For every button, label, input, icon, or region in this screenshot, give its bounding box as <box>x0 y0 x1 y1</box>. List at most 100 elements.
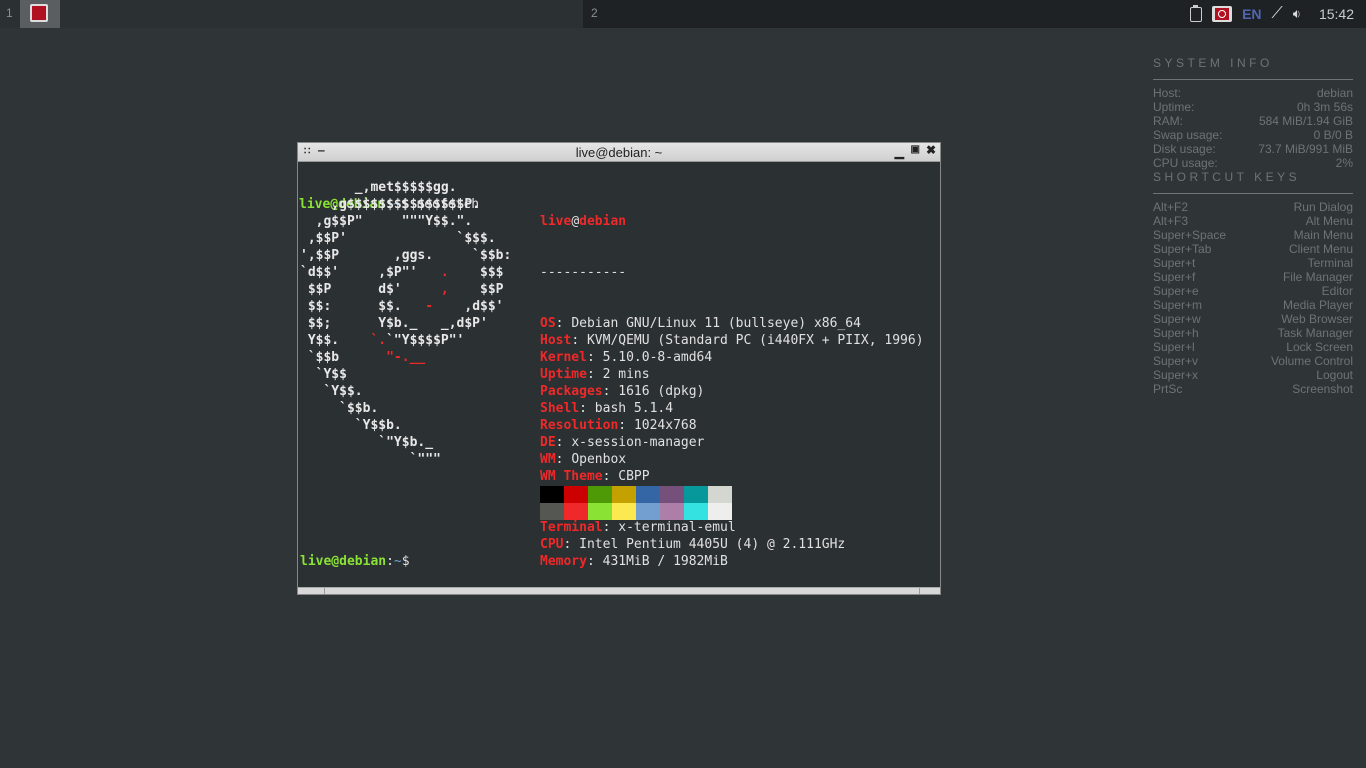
info-line: OS: Debian GNU/Linux 11 (bullseye) x86_6… <box>540 316 861 331</box>
logo-line: $$; Y$b._ _,d$P' <box>300 316 488 331</box>
info-label: CPU usage: <box>1153 156 1218 170</box>
info-line: Packages: 1616 (dpkg) <box>540 384 705 399</box>
palette-swatch <box>540 503 564 520</box>
shortcut-row: Super+h Task Manager <box>1153 326 1353 340</box>
info-key: CPU <box>540 537 564 552</box>
shortcut-key: Super+h <box>1153 326 1199 340</box>
shortcut-action: Editor <box>1321 284 1353 298</box>
shortcut-action: Web Browser <box>1281 312 1353 326</box>
shortcut-key: Alt+F3 <box>1153 214 1189 228</box>
palette-swatch <box>660 503 684 520</box>
info-value: debian <box>1316 86 1353 100</box>
info-label: Uptime: <box>1153 100 1195 114</box>
horizontal-scrollbar[interactable] <box>298 587 940 594</box>
info-key: OS <box>540 316 556 331</box>
palette-swatch <box>636 503 660 520</box>
shortcut-key: Super+t <box>1153 256 1196 270</box>
clipboard-icon <box>1190 4 1203 22</box>
info-value: 431MiB / 1982MiB <box>602 554 728 569</box>
neofetch-info: live@debian ----------- OS: Debian GNU/L… <box>540 214 924 569</box>
title-bar[interactable]: ∷ ‒ live@debian: ~ ▁ ▣ ✖ <box>298 143 940 162</box>
system-info-row: Swap usage: 0 B/0 B <box>1153 128 1353 142</box>
clock[interactable]: 15:42 <box>1319 6 1354 22</box>
maximize-button[interactable]: ▣ <box>911 144 920 155</box>
shortcut-action: File Manager <box>1282 270 1353 284</box>
shortcut-row: Alt+F2 Run Dialog <box>1153 200 1353 214</box>
info-key: Resolution <box>540 418 619 433</box>
info-value: 73.7 MiB/991 MiB <box>1258 142 1353 156</box>
taskbar-terminal-button[interactable] <box>20 0 60 28</box>
window-title: live@debian: ~ <box>575 145 663 160</box>
workspace-1-label[interactable]: 1 <box>6 6 13 20</box>
system-info-row: RAM: 584 MiB/1.94 GiB <box>1153 114 1353 128</box>
volume-button[interactable]: 🔉︎ <box>1293 6 1301 22</box>
minimize-button[interactable]: ▁ <box>895 145 904 159</box>
shortcut-key: Super+w <box>1153 312 1201 326</box>
palette-swatch <box>612 503 636 520</box>
clipboard-button[interactable] <box>1190 4 1203 22</box>
info-key: Host <box>540 333 572 348</box>
info-key: DE <box>540 435 556 450</box>
top-panel: 1 2 EN ⟋ 🔉︎ 15:42 <box>0 0 1366 28</box>
info-value: bash 5.1.4 <box>594 401 674 416</box>
shortcut-key: Super+f <box>1153 270 1196 284</box>
palette-swatch <box>660 486 684 503</box>
logo-line: ,g$$P" """Y$$.". <box>300 214 473 229</box>
info-value: CBPP <box>618 469 650 484</box>
shortcut-row: Super+w Web Browser <box>1153 312 1353 326</box>
shortcut-row: Super+Tab Client Menu <box>1153 242 1353 256</box>
palette-swatch <box>684 486 708 503</box>
scrollbar-thumb[interactable] <box>324 588 920 594</box>
info-value: 1024x768 <box>633 418 697 433</box>
blocked-button[interactable] <box>1212 6 1233 22</box>
shortcut-action: Run Dialog <box>1293 200 1353 214</box>
shortcut-row: Super+e Editor <box>1153 284 1353 298</box>
palette-swatch <box>564 486 588 503</box>
logo-line: ',$$P ,ggs. `$$b: <box>300 248 512 263</box>
workspace-2[interactable]: 2 EN ⟋ 🔉︎ 15:42 <box>583 0 1366 28</box>
close-button[interactable]: ✖ <box>926 143 936 157</box>
info-value: KVM/QEMU (Standard PC (i440FX + PIIX, 19… <box>586 333 924 348</box>
system-info-row: Disk usage: 73.7 MiB/991 MiB <box>1153 142 1353 156</box>
workspace-2-label[interactable]: 2 <box>591 6 598 20</box>
shortcut-key: Super+l <box>1153 340 1195 354</box>
info-key: Memory <box>540 554 587 569</box>
info-key: Terminal <box>540 520 603 535</box>
terminal-app-icon <box>30 4 48 22</box>
terminal-window[interactable]: ∷ ‒ live@debian: ~ ▁ ▣ ✖ live@debian:~$ … <box>297 142 941 595</box>
shortcut-action: Main Menu <box>1293 228 1353 242</box>
info-label: Disk usage: <box>1153 142 1216 156</box>
info-line: CPU: Intel Pentium 4405U (4) @ 2.111GHz <box>540 537 846 552</box>
logo-line: $$: $$. - ,d$$' <box>300 299 504 314</box>
shortcut-key: Super+m <box>1153 298 1203 312</box>
shortcut-row: Super+x Logout <box>1153 368 1353 382</box>
logo-line: `"Y$b._ <box>300 435 434 450</box>
logo-line: `$$b. <box>300 401 379 416</box>
logo-line: `Y$$. <box>300 384 363 399</box>
shortcut-key: Super+Tab <box>1153 242 1212 256</box>
info-value: Debian GNU/Linux 11 (bullseye) x86_64 <box>571 316 861 331</box>
workspace-1[interactable]: 1 <box>0 0 583 28</box>
shortcut-row: Super+t Terminal <box>1153 256 1353 270</box>
info-line: Host: KVM/QEMU (Standard PC (i440FX + PI… <box>540 333 924 348</box>
info-line: DE: x-session-manager <box>540 435 705 450</box>
network-button[interactable]: ⟋ <box>1272 5 1283 23</box>
shortcut-keys-title: SHORTCUT KEYS <box>1153 170 1301 184</box>
logo-line: Y$$. `.`"Y$$$$P"' <box>300 333 465 348</box>
info-value: 2 mins <box>602 367 650 382</box>
shortcut-row: PrtSc Screenshot <box>1153 382 1353 396</box>
info-line: Resolution: 1024x768 <box>540 418 697 433</box>
info-value: x-session-manager <box>571 435 705 450</box>
palette-swatch <box>588 486 612 503</box>
info-line: WM: Openbox <box>540 452 627 467</box>
shortcut-action: Alt Menu <box>1305 214 1353 228</box>
logo-line: $$P d$' , $$P <box>300 282 504 297</box>
info-line: Memory: 431MiB / 1982MiB <box>540 554 728 569</box>
info-value: 2% <box>1335 156 1353 170</box>
keyboard-layout-button[interactable]: EN <box>1242 6 1261 22</box>
info-value: Openbox <box>571 452 627 467</box>
logo-line: `Y$$b. <box>300 418 402 433</box>
system-info-row: Uptime: 0h 3m 56s <box>1153 100 1353 114</box>
info-line: Uptime: 2 mins <box>540 367 650 382</box>
terminal-content[interactable]: live@debian:~$ neofetch _,met$$$$$gg. ,g… <box>299 162 939 588</box>
